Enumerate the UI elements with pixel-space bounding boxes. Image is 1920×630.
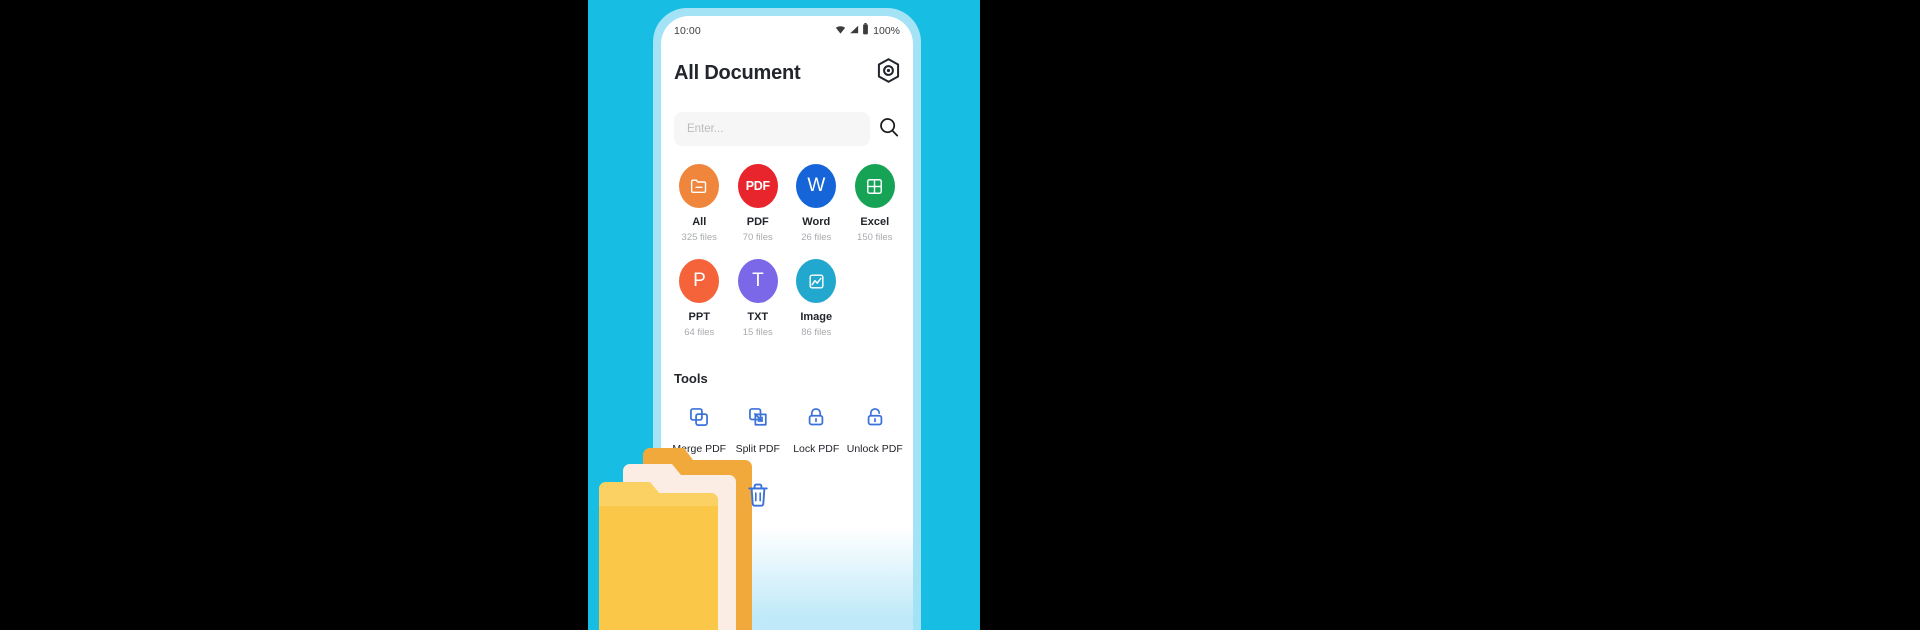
category-count: 15 files bbox=[742, 327, 773, 338]
category-label: PPT bbox=[688, 311, 710, 323]
word-icon: W bbox=[796, 164, 837, 208]
category-item-all[interactable]: All 325 files bbox=[670, 164, 729, 243]
signal-icon bbox=[849, 22, 859, 40]
image-icon bbox=[796, 259, 837, 303]
category-label: All bbox=[692, 216, 707, 228]
category-label: TXT bbox=[747, 311, 769, 323]
category-item-word[interactable]: W Word 26 files bbox=[787, 164, 846, 243]
screen-bottom-gradient bbox=[661, 528, 913, 630]
category-item-ppt[interactable]: P PPT 64 files bbox=[670, 259, 729, 338]
tool-label: Merge PDF bbox=[672, 443, 727, 455]
split-squares-icon bbox=[747, 406, 769, 433]
pdf-icon: PDF bbox=[737, 164, 778, 208]
category-count: 70 files bbox=[742, 232, 773, 243]
page-title: All Document bbox=[674, 61, 801, 84]
tools-section-title: Tools bbox=[674, 371, 708, 386]
tool-item-unlock[interactable]: Unlock PDF bbox=[846, 406, 905, 455]
category-count: 26 files bbox=[801, 232, 832, 243]
category-item-image[interactable]: Image 86 files bbox=[787, 259, 846, 338]
status-time: 10:00 bbox=[674, 25, 701, 37]
category-count: 86 files bbox=[801, 327, 832, 338]
search-input[interactable] bbox=[674, 112, 870, 146]
tool-item-lock[interactable]: Lock PDF bbox=[787, 406, 846, 455]
category-label: Word bbox=[802, 216, 831, 228]
category-count: 150 files bbox=[857, 232, 893, 243]
tool-label: Lock PDF bbox=[793, 443, 840, 455]
wifi-icon bbox=[835, 22, 846, 40]
tool-item-split[interactable]: Split PDF bbox=[729, 406, 788, 455]
category-count: 325 files bbox=[681, 232, 717, 243]
excel-grid-icon bbox=[854, 164, 895, 208]
category-item-pdf[interactable]: PDF PDF 70 files bbox=[729, 164, 788, 243]
app-header: All Document bbox=[661, 58, 913, 88]
search-icon[interactable] bbox=[878, 116, 900, 143]
category-label: Image bbox=[800, 311, 833, 323]
screenshot-canvas: 10:00 100% All Document Enter... All 325… bbox=[0, 0, 1920, 630]
search-row bbox=[661, 112, 913, 146]
battery-percent: 100% bbox=[873, 25, 900, 37]
lock-open-icon bbox=[864, 406, 886, 433]
tool-label: Unlock PDF bbox=[846, 443, 903, 455]
status-bar: 10:00 100% bbox=[661, 16, 913, 46]
word-glyph: W bbox=[807, 175, 826, 196]
tool-label: Split PDF bbox=[735, 443, 780, 455]
category-label: PDF bbox=[746, 216, 769, 228]
battery-icon bbox=[862, 22, 869, 40]
category-grid: All 325 files PDF PDF 70 files W Word 26… bbox=[661, 164, 913, 338]
category-label: Excel bbox=[860, 216, 890, 228]
ppt-icon: P bbox=[679, 259, 720, 303]
trash-icon[interactable] bbox=[746, 482, 770, 513]
merge-squares-icon bbox=[688, 406, 710, 433]
tool-item-merge[interactable]: Merge PDF bbox=[670, 406, 729, 455]
category-count: 64 files bbox=[684, 327, 715, 338]
category-item-txt[interactable]: T TXT 15 files bbox=[729, 259, 788, 338]
txt-glyph: T bbox=[752, 270, 764, 291]
status-indicators: 100% bbox=[835, 22, 900, 40]
lock-closed-icon bbox=[805, 406, 827, 433]
folder-minus-icon bbox=[679, 164, 720, 208]
category-grid-spacer bbox=[846, 259, 905, 338]
tools-grid: Merge PDF Split PDF Lock PDF Unlock PDF bbox=[661, 406, 913, 455]
txt-icon: T bbox=[737, 259, 778, 303]
category-item-excel[interactable]: Excel 150 files bbox=[846, 164, 905, 243]
hexagon-gear-icon[interactable] bbox=[877, 58, 900, 88]
phone-bezel: 10:00 100% All Document Enter... All 325… bbox=[653, 8, 921, 630]
pdf-glyph: PDF bbox=[745, 179, 770, 193]
phone-screen: 10:00 100% All Document Enter... All 325… bbox=[661, 16, 913, 630]
ppt-glyph: P bbox=[693, 270, 706, 291]
